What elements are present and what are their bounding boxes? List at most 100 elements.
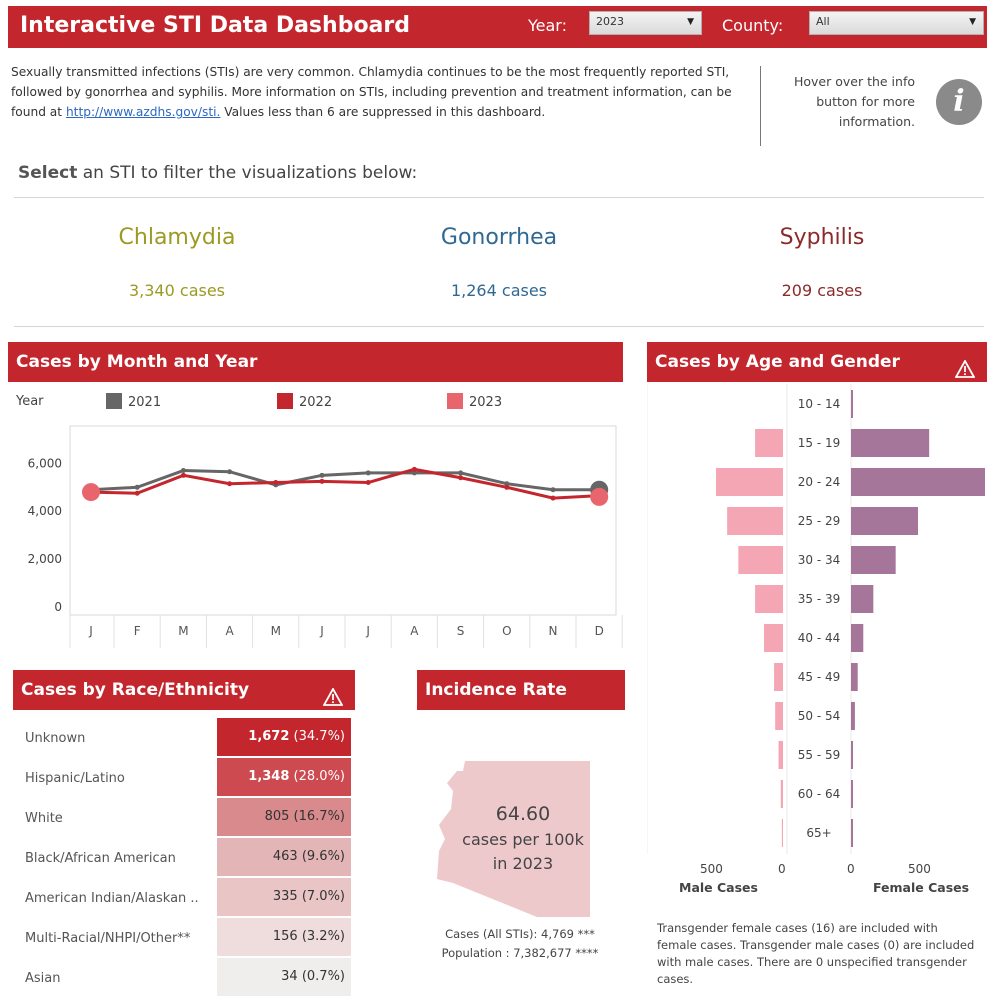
race-percent: (28.0%) xyxy=(293,769,345,784)
data-point-2022[interactable] xyxy=(273,480,279,486)
x-tick-label: A xyxy=(410,624,419,638)
data-point-2022[interactable] xyxy=(134,490,140,496)
female-bar[interactable] xyxy=(851,390,853,418)
data-point-2022[interactable] xyxy=(550,495,556,501)
data-point-2022[interactable] xyxy=(365,480,371,486)
data-point-2021[interactable] xyxy=(458,470,464,476)
incidence-rate-year: in 2023 xyxy=(492,854,554,873)
warning-icon[interactable] xyxy=(322,681,344,721)
data-point-2021[interactable] xyxy=(365,470,371,476)
race-value-cell[interactable]: 1,348 (28.0%) xyxy=(217,758,351,796)
sti-info-link[interactable]: http://www.azdhs.gov/sti. xyxy=(66,105,220,119)
female-bar[interactable] xyxy=(851,780,853,808)
data-point-2021[interactable] xyxy=(180,468,186,474)
sti-count-unit: cases xyxy=(501,281,548,300)
female-bar[interactable] xyxy=(851,819,853,847)
x-tick-label: A xyxy=(225,624,234,638)
female-bar[interactable] xyxy=(851,546,896,574)
y-tick-label: 0 xyxy=(54,600,62,614)
filter-prompt-rest: an STI to filter the visualizations belo… xyxy=(77,163,418,183)
race-count: 1,672 xyxy=(248,729,290,744)
race-row[interactable]: Asian 34 (0.7%) xyxy=(13,958,351,998)
legend-swatch xyxy=(447,393,463,409)
female-bar[interactable] xyxy=(851,468,985,496)
data-point-2022[interactable] xyxy=(319,478,325,484)
race-row[interactable]: Multi-Racial/NHPI/Other** 156 (3.2%) xyxy=(13,918,351,958)
male-bar[interactable] xyxy=(764,624,783,652)
male-bar[interactable] xyxy=(774,663,783,691)
data-point-2023[interactable] xyxy=(82,483,100,502)
male-bar[interactable] xyxy=(716,468,783,496)
race-value-cell[interactable]: 1,672 (34.7%) xyxy=(217,718,351,756)
data-point-2021[interactable] xyxy=(227,469,233,475)
race-percent: (16.7%) xyxy=(293,809,345,824)
female-bar[interactable] xyxy=(851,507,918,535)
female-bar[interactable] xyxy=(851,702,855,730)
data-point-2022[interactable] xyxy=(180,472,186,478)
sti-chlamydia-count[interactable]: 3,340 cases xyxy=(27,281,327,300)
male-bar[interactable] xyxy=(738,546,783,574)
data-point-2021[interactable] xyxy=(134,484,140,490)
sti-syphilis-count[interactable]: 209 cases xyxy=(672,281,972,300)
divider xyxy=(14,326,984,327)
race-percent: (3.2%) xyxy=(301,929,345,944)
race-percent: (0.7%) xyxy=(301,969,345,984)
male-tick-0: 0 xyxy=(778,862,786,876)
race-row[interactable]: Hispanic/Latino 1,348 (28.0%) xyxy=(13,758,351,798)
legend-item-2021[interactable]: 2021 xyxy=(106,393,161,410)
filter-prompt-bold: Select xyxy=(18,163,78,183)
intro-text-end: Values less than 6 are suppressed in thi… xyxy=(220,105,546,119)
race-row[interactable]: Unknown 1,672 (34.7%) xyxy=(13,718,351,758)
age-group-label: 30 - 34 xyxy=(798,553,841,567)
age-group-label: 20 - 24 xyxy=(798,475,841,489)
info-icon[interactable]: i xyxy=(936,79,982,125)
data-point-2021[interactable] xyxy=(319,472,325,478)
race-count: 463 xyxy=(272,849,298,864)
race-value-cell[interactable]: 156 (3.2%) xyxy=(217,918,351,956)
sti-gonorrhea-button[interactable]: Gonorrhea xyxy=(349,225,649,250)
race-row[interactable]: American Indian/Alaskan .. 335 (7.0%) xyxy=(13,878,351,918)
male-bar[interactable] xyxy=(755,585,783,613)
filter-prompt: Select an STI to filter the visualizatio… xyxy=(18,163,417,183)
male-bar[interactable] xyxy=(727,507,783,535)
race-count: 34 xyxy=(281,969,298,984)
race-value-cell[interactable]: 335 (7.0%) xyxy=(217,878,351,916)
race-count: 1,348 xyxy=(248,769,290,784)
female-bar[interactable] xyxy=(851,741,853,769)
race-row[interactable]: Black/African American 463 (9.6%) xyxy=(13,838,351,878)
sti-chlamydia-button[interactable]: Chlamydia xyxy=(27,225,327,250)
intro-text: Sexually transmitted infections (STIs) a… xyxy=(11,62,751,122)
race-value-cell[interactable]: 805 (16.7%) xyxy=(217,798,351,836)
legend-item-2023[interactable]: 2023 xyxy=(447,393,502,410)
race-row[interactable]: White 805 (16.7%) xyxy=(13,798,351,838)
data-point-2022[interactable] xyxy=(227,481,233,487)
data-point-2023[interactable] xyxy=(590,487,609,506)
male-bar[interactable] xyxy=(780,780,783,808)
data-point-2022[interactable] xyxy=(411,466,417,472)
male-bar[interactable] xyxy=(778,741,783,769)
age-group-label: 65+ xyxy=(806,826,831,840)
male-bar[interactable] xyxy=(781,819,783,847)
data-point-2022[interactable] xyxy=(458,475,464,481)
female-bar[interactable] xyxy=(851,624,864,652)
data-point-2022[interactable] xyxy=(504,484,510,490)
incidence-rate-value: 64.60 xyxy=(495,803,551,825)
county-select[interactable]: All ▼ xyxy=(809,11,984,35)
race-label: Unknown xyxy=(25,731,86,746)
sti-syphilis-button[interactable]: Syphilis xyxy=(672,225,972,250)
race-value-cell[interactable]: 34 (0.7%) xyxy=(217,958,351,996)
incidence-rate-text: 64.60 cases per 100k in 2023 xyxy=(440,800,606,876)
female-bar[interactable] xyxy=(851,585,874,613)
male-bar[interactable] xyxy=(755,429,783,457)
sti-gonorrhea-count[interactable]: 1,264 cases xyxy=(349,281,649,300)
legend-item-2022[interactable]: 2022 xyxy=(277,393,332,410)
race-count: 156 xyxy=(272,929,298,944)
female-bar[interactable] xyxy=(851,663,858,691)
male-bar[interactable] xyxy=(775,702,783,730)
age-gender-bar-chart: 10 - 14 15 - 19 20 - 24 25 - 29 30 - 34 35 - … xyxy=(647,384,985,854)
county-select-value: All xyxy=(816,15,830,28)
year-select[interactable]: 2023 ▼ xyxy=(589,11,702,35)
female-bar[interactable] xyxy=(851,429,930,457)
race-value-cell[interactable]: 463 (9.6%) xyxy=(217,838,351,876)
data-point-2021[interactable] xyxy=(550,487,556,493)
